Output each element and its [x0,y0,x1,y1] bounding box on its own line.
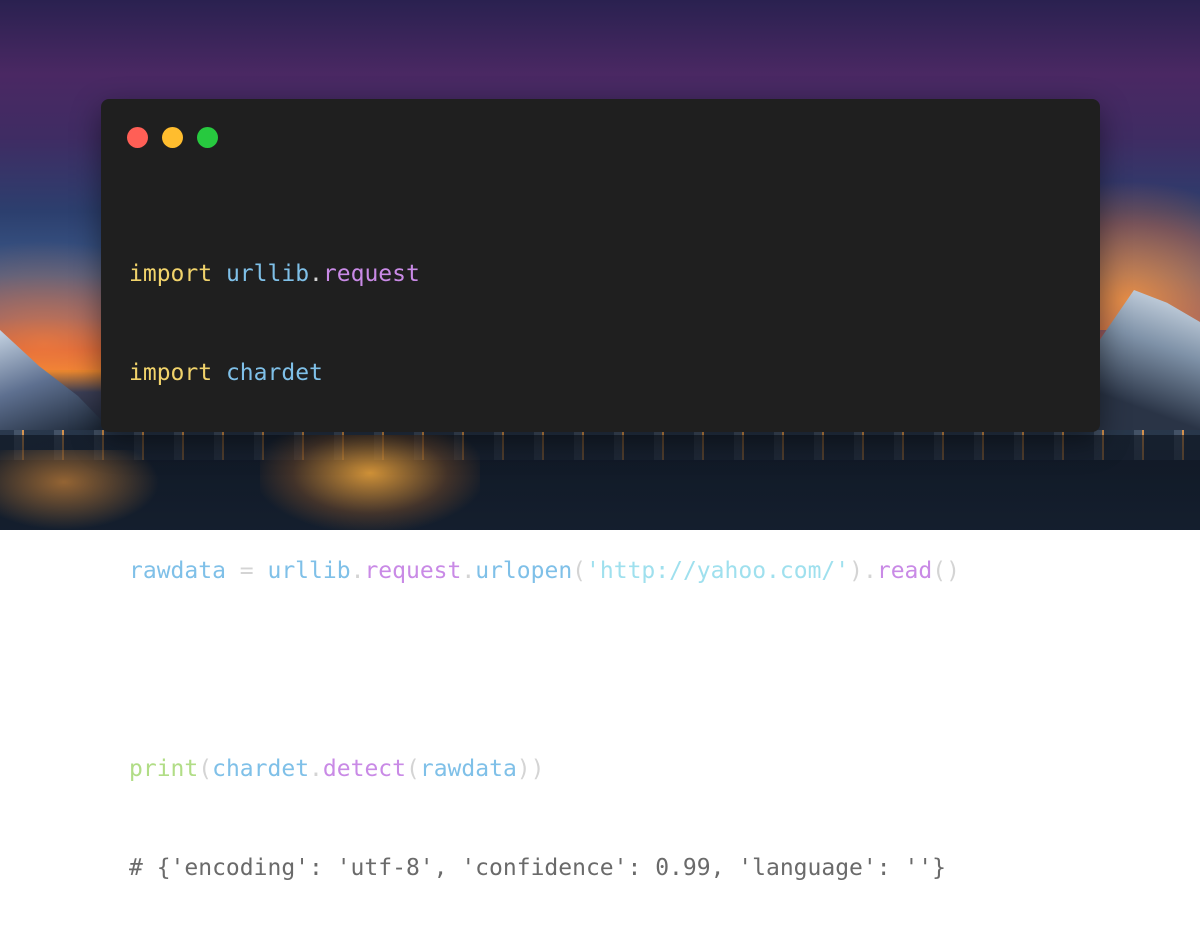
dot: . [309,756,323,782]
code-line-blank-5 [129,654,960,687]
string-literal: 'http://yahoo.com/' [586,558,850,584]
parens: () [932,558,960,584]
paren-close: ) [849,558,863,584]
submodule-name: request [322,261,420,287]
submodule-name: request [364,558,462,584]
argument: rawdata [419,756,517,782]
dot: . [461,558,476,584]
variable: rawdata [129,558,226,584]
keyword: import [129,261,213,287]
maximize-dot-icon[interactable] [197,127,218,148]
close-dot-icon[interactable] [127,127,148,148]
window-controls [127,127,218,148]
operator: = [225,558,268,584]
module-name: chardet [225,360,323,386]
code-line-6: print(chardet.detect(rawdata)) [129,753,960,786]
function-name: urlopen [475,558,573,584]
method-name: detect [322,756,406,782]
dot: . [863,558,877,584]
code-line-blank-3 [129,456,960,489]
code-line-7-comment: # {'encoding': 'utf-8', 'confidence': 0.… [129,855,946,881]
builtin-function: print [129,756,199,782]
dot: . [350,558,365,584]
code-line-2: import chardet [129,357,960,390]
paren-open: ( [198,756,213,782]
keyword: import [129,360,213,386]
code-line-4: rawdata = urllib.request.urlopen('http:/… [129,555,960,588]
code-line-1: import urllib.request [129,258,960,291]
paren-open: ( [406,756,420,782]
paren-open: ( [572,558,587,584]
minimize-dot-icon[interactable] [162,127,183,148]
paren-close: )) [516,756,545,782]
module-name: chardet [212,756,310,782]
method-name: read [876,558,933,584]
code-window: import urllib.request import chardet raw… [101,99,1100,881]
dot: . [309,261,323,287]
module-name: urllib [225,261,310,287]
module-name: urllib [267,558,351,584]
code-block: import urllib.request import chardet raw… [129,192,960,951]
